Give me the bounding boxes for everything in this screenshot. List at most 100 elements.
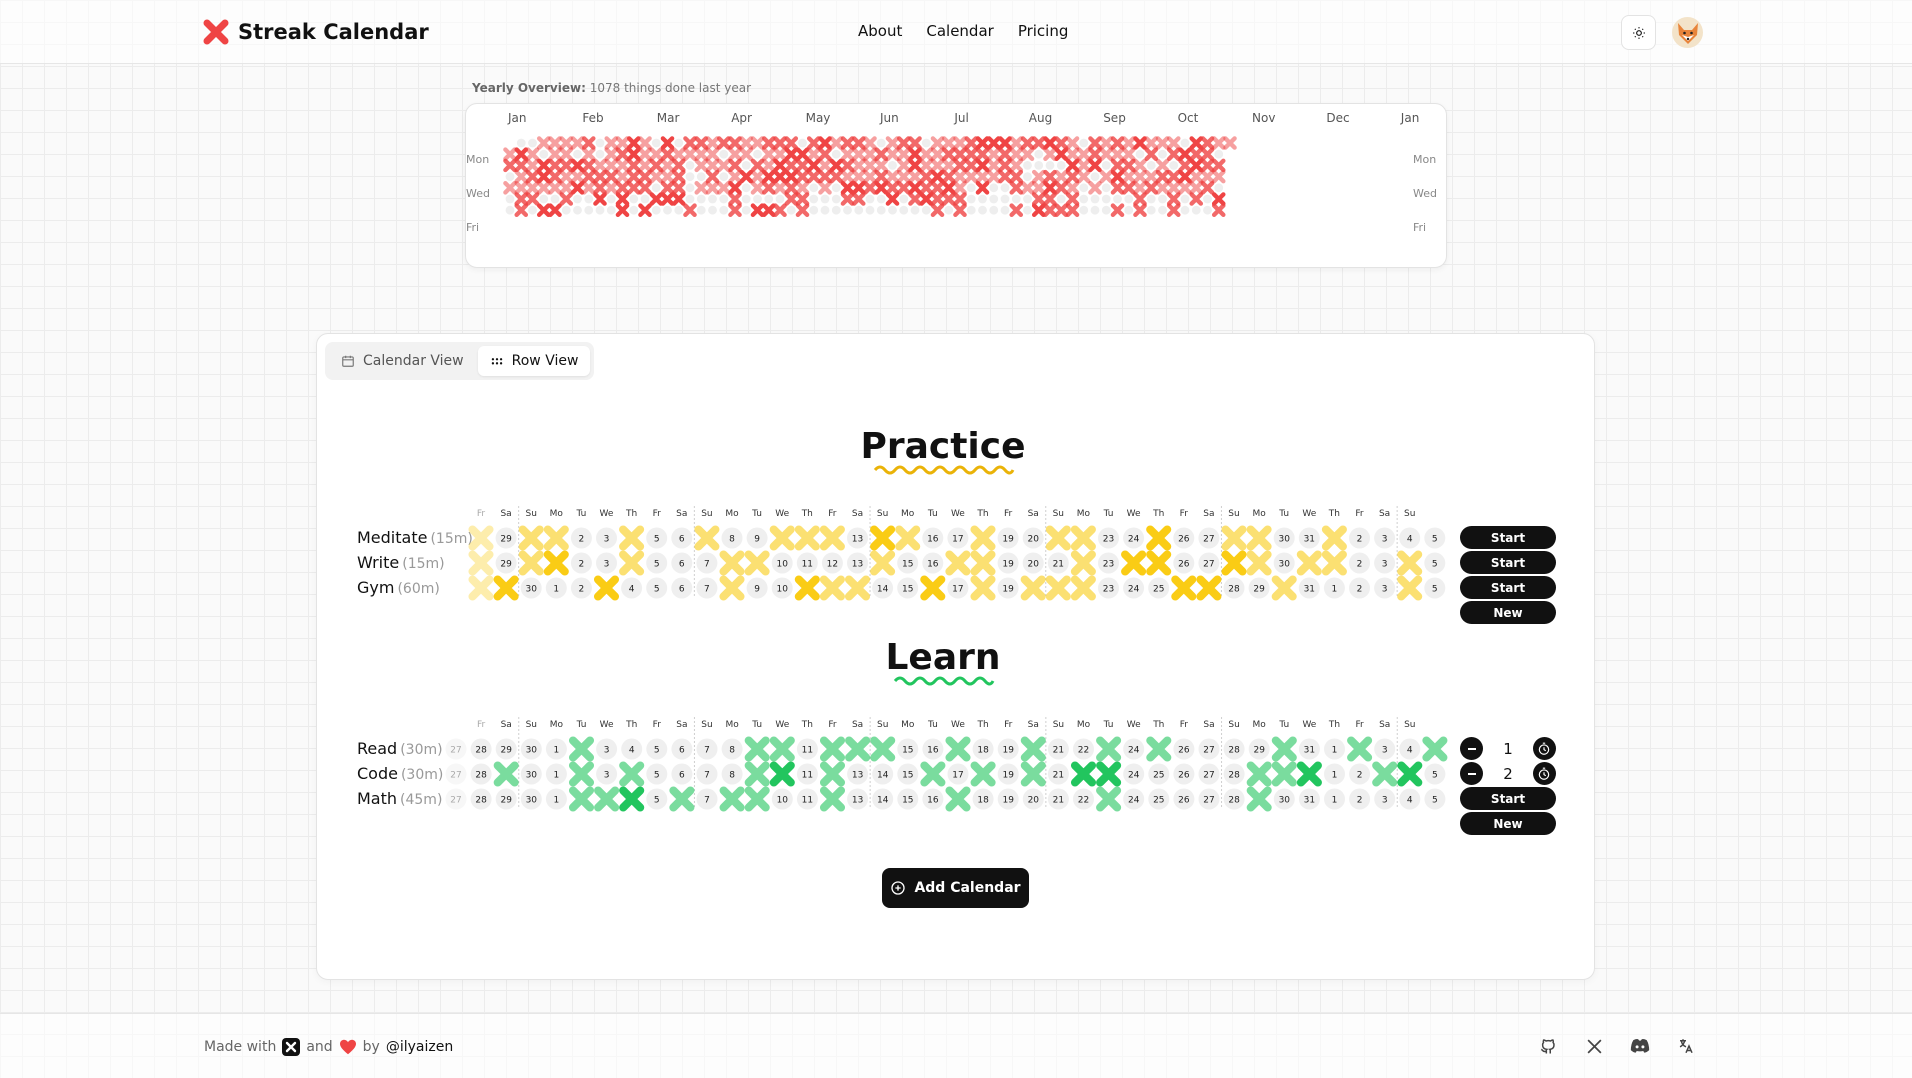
day-cell-done[interactable] xyxy=(845,736,871,762)
decrement-button[interactable] xyxy=(1460,762,1483,785)
day-cell-done[interactable] xyxy=(1070,550,1096,576)
day-cell-done[interactable] xyxy=(593,575,620,601)
day-cell-done[interactable] xyxy=(1246,550,1272,576)
day-cell-done[interactable] xyxy=(970,525,996,551)
day-cell-done[interactable] xyxy=(694,525,720,551)
new-habit-button-learn[interactable]: New xyxy=(1460,812,1556,835)
language-switcher[interactable] xyxy=(1676,1036,1696,1056)
day-cell-done[interactable] xyxy=(1246,786,1272,812)
day-cell-done[interactable] xyxy=(1020,761,1046,787)
day-cell-done[interactable] xyxy=(493,575,519,601)
day-cell-done[interactable] xyxy=(970,575,996,601)
day-cell-done[interactable] xyxy=(1246,761,1272,787)
day-cell-done[interactable] xyxy=(1422,736,1448,762)
day-cell-done[interactable] xyxy=(920,575,946,601)
discord-link[interactable] xyxy=(1630,1036,1650,1056)
day-cell-done[interactable] xyxy=(794,575,820,601)
day-cell-done[interactable] xyxy=(468,575,494,601)
day-cell-done[interactable] xyxy=(744,736,770,762)
day-cell-done[interactable] xyxy=(1146,736,1172,762)
day-cell-done[interactable] xyxy=(1321,525,1347,551)
day-cell-done[interactable] xyxy=(870,525,896,551)
day-cell-done[interactable] xyxy=(970,761,996,787)
day-cell-done[interactable] xyxy=(518,550,544,576)
day-cell-done[interactable] xyxy=(619,761,645,787)
day-cell-done[interactable] xyxy=(744,550,770,576)
day-cell-done[interactable] xyxy=(619,550,645,576)
day-cell-done[interactable] xyxy=(819,575,845,601)
day-cell-done[interactable] xyxy=(568,736,595,762)
day-cell-done[interactable] xyxy=(1196,575,1222,601)
x-link[interactable] xyxy=(1584,1036,1604,1056)
day-cell-done[interactable] xyxy=(1045,575,1071,601)
timer-button[interactable] xyxy=(1532,737,1556,760)
day-cell-done[interactable] xyxy=(1221,525,1247,551)
day-cell-done[interactable] xyxy=(1096,761,1122,787)
day-cell-done[interactable] xyxy=(895,525,921,551)
day-cell-done[interactable] xyxy=(844,575,871,601)
day-cell-done[interactable] xyxy=(769,736,795,762)
day-cell-done[interactable] xyxy=(1397,550,1423,576)
day-cell-done[interactable] xyxy=(1096,736,1122,762)
day-cell-done[interactable] xyxy=(1221,550,1247,576)
day-cell-done[interactable] xyxy=(1070,575,1096,601)
day-cell-done[interactable] xyxy=(1321,550,1347,576)
day-cell-done[interactable] xyxy=(1397,761,1423,787)
day-cell-done[interactable] xyxy=(1271,761,1297,787)
day-cell-done[interactable] xyxy=(1146,550,1172,576)
day-cell-done[interactable] xyxy=(568,761,595,787)
day-cell-done[interactable] xyxy=(594,786,620,812)
day-cell-done[interactable] xyxy=(744,786,770,812)
day-cell-done[interactable] xyxy=(819,786,846,812)
day-cell-done[interactable] xyxy=(1045,525,1071,551)
day-cell-done[interactable] xyxy=(1020,575,1046,601)
day-cell-done[interactable] xyxy=(769,761,795,787)
day-cell-done[interactable] xyxy=(870,736,896,762)
day-cell-done[interactable] xyxy=(1020,736,1046,762)
day-cell-done[interactable] xyxy=(1271,575,1297,601)
day-cell-done[interactable] xyxy=(1347,736,1373,762)
day-cell-done[interactable] xyxy=(819,736,846,762)
day-cell-done[interactable] xyxy=(1296,761,1322,787)
author-link[interactable]: @ilyaizen xyxy=(386,1039,453,1055)
day-cell-done[interactable] xyxy=(468,550,494,576)
day-cell-done[interactable] xyxy=(719,575,745,601)
day-cell-done[interactable] xyxy=(1246,525,1272,551)
start-button-gym[interactable]: Start xyxy=(1460,576,1556,599)
day-cell-done[interactable] xyxy=(568,786,595,812)
day-cell-done[interactable] xyxy=(945,736,971,762)
day-cell-done[interactable] xyxy=(719,550,745,576)
day-cell-done[interactable] xyxy=(1397,575,1423,601)
day-cell-done[interactable] xyxy=(970,550,996,576)
day-cell-done[interactable] xyxy=(518,525,544,551)
day-cell-done[interactable] xyxy=(769,525,795,551)
day-cell-done[interactable] xyxy=(1070,525,1096,551)
day-cell-done[interactable] xyxy=(669,786,695,812)
day-cell-done[interactable] xyxy=(1096,786,1122,812)
timer-button[interactable] xyxy=(1532,762,1556,785)
day-cell-done[interactable] xyxy=(619,525,645,551)
github-link[interactable] xyxy=(1538,1036,1558,1056)
day-cell-done[interactable] xyxy=(945,786,971,812)
day-cell-done[interactable] xyxy=(619,786,645,812)
add-calendar-button[interactable]: Add Calendar xyxy=(882,868,1029,908)
day-cell-done[interactable] xyxy=(719,786,745,812)
day-cell-done[interactable] xyxy=(1171,575,1197,601)
start-button-math[interactable]: Start xyxy=(1460,787,1556,810)
day-cell-done[interactable] xyxy=(819,525,845,551)
day-cell-done[interactable] xyxy=(1372,761,1398,787)
day-cell-done[interactable] xyxy=(468,525,494,551)
decrement-button[interactable] xyxy=(1460,737,1483,760)
day-cell-done[interactable] xyxy=(819,761,846,787)
day-cell-done[interactable] xyxy=(744,761,770,787)
day-cell-done[interactable] xyxy=(870,550,896,576)
day-cell-done[interactable] xyxy=(794,525,820,551)
day-cell-done[interactable] xyxy=(543,550,569,576)
new-habit-button-practice[interactable]: New xyxy=(1460,601,1556,624)
day-cell-done[interactable] xyxy=(1271,736,1297,762)
start-button-meditate[interactable]: Start xyxy=(1460,526,1556,549)
day-cell-done[interactable] xyxy=(1121,550,1147,576)
day-cell-done[interactable] xyxy=(493,761,519,787)
day-cell-done[interactable] xyxy=(1146,525,1172,551)
start-button-write[interactable]: Start xyxy=(1460,551,1556,574)
